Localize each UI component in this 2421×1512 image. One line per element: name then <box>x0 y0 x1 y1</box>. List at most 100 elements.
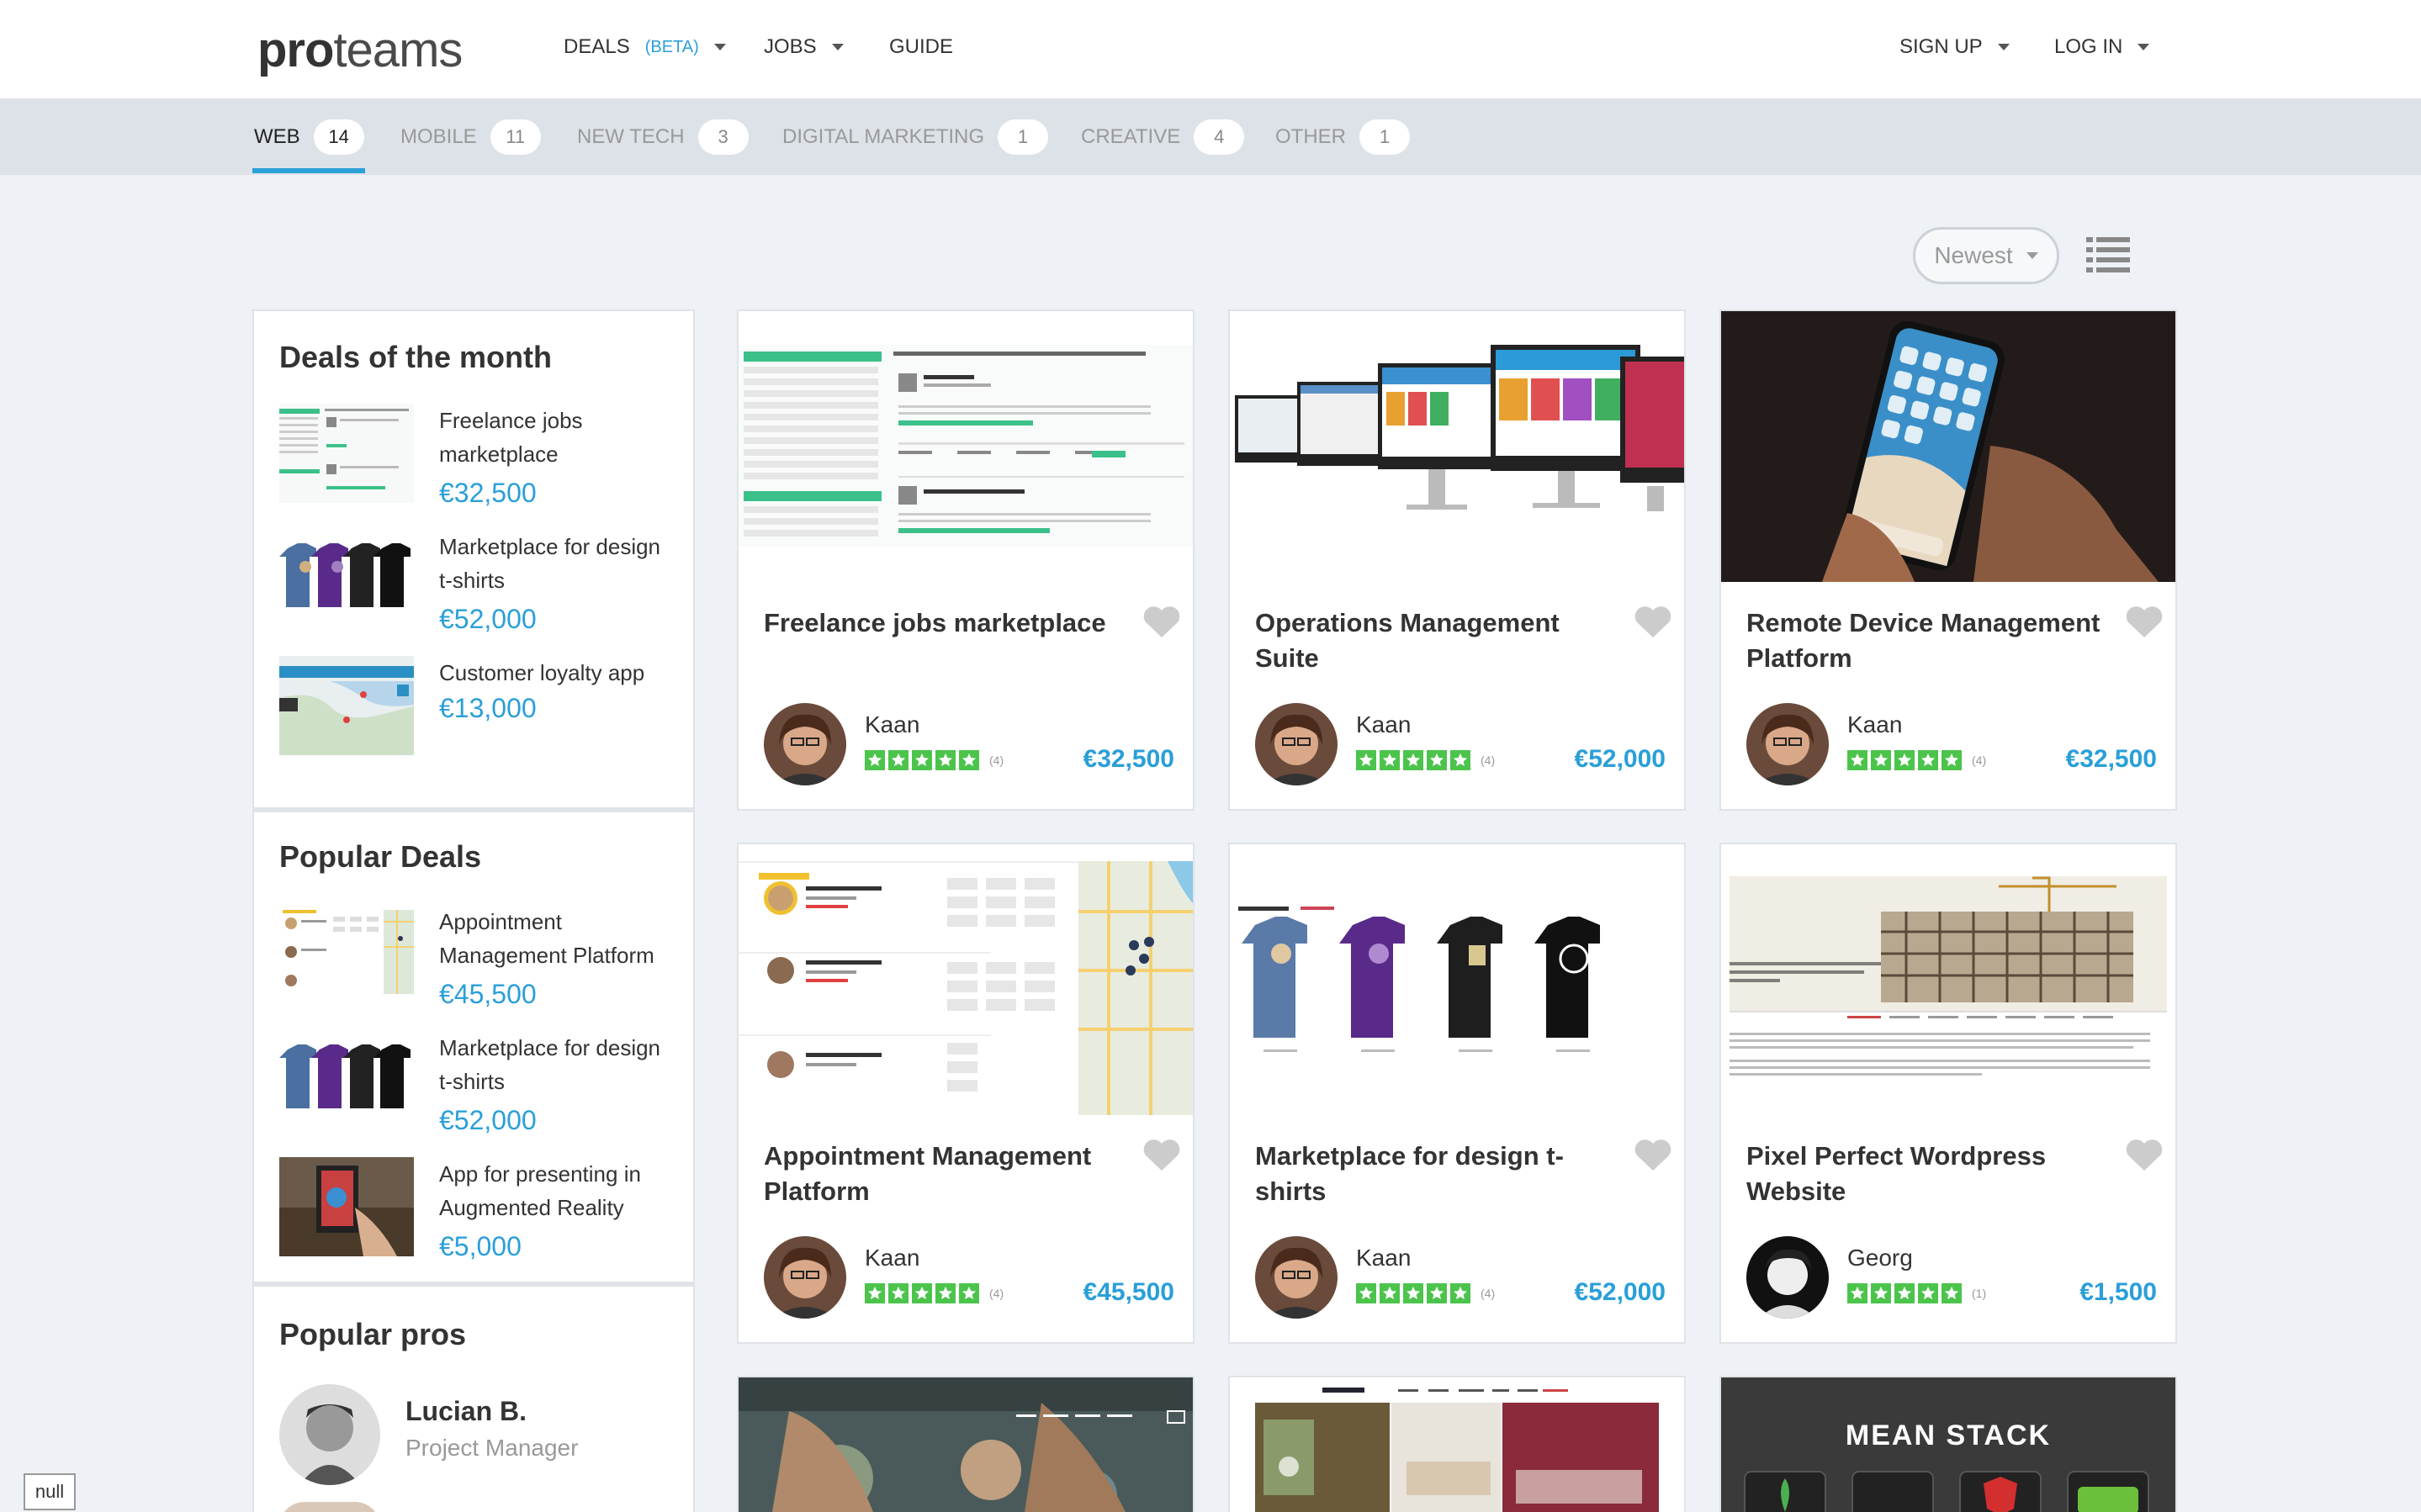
category-tab-mobile[interactable]: MOBILE 11 <box>400 99 541 175</box>
deal-price: €52,000 <box>439 604 537 634</box>
deal-item[interactable]: Customer loyalty app €13,000 <box>279 656 666 765</box>
avatar[interactable] <box>1746 1236 1829 1319</box>
deal-card[interactable] <box>737 1376 1195 1512</box>
nav-signup[interactable]: SIGN UP <box>1899 35 2010 59</box>
star-icon <box>1356 1283 1376 1303</box>
category-tab-web[interactable]: WEB 14 <box>254 99 364 175</box>
heart-icon[interactable] <box>2125 605 2164 639</box>
heart-icon[interactable] <box>2125 1139 2164 1172</box>
category-count: 14 <box>313 119 364 155</box>
user-name[interactable]: Kaan <box>865 1245 919 1271</box>
deal-thumbnail <box>279 905 414 1004</box>
card-image <box>1230 1377 1684 1512</box>
star-icon <box>1450 1283 1470 1303</box>
star-icon <box>888 1283 909 1303</box>
card-price: €1,500 <box>2079 1278 2157 1306</box>
star-icon <box>935 1283 956 1303</box>
card-image <box>1230 311 1684 582</box>
star-icon <box>1847 1283 1867 1303</box>
heart-icon[interactable] <box>1142 605 1181 639</box>
review-count: (4) <box>1972 753 1987 767</box>
deal-card[interactable]: Pixel Perfect Wordpress Website Georg (1… <box>1719 843 2177 1344</box>
review-count: (4) <box>1481 1287 1496 1300</box>
star-icon <box>1403 750 1423 770</box>
nav-jobs[interactable]: JOBS <box>764 35 844 59</box>
card-title: Remote Device Management Platform <box>1746 608 2100 673</box>
deal-item[interactable]: Freelance jobs marketplace €32,500 <box>279 404 666 513</box>
deal-card[interactable]: Appointment Management Platform Kaan (4)… <box>737 843 1195 1344</box>
deal-card[interactable]: Operations Management Suite Kaan (4) €52… <box>1228 309 1686 811</box>
proteams-logo[interactable]: proteams <box>257 22 463 78</box>
avatar[interactable] <box>764 703 846 785</box>
card-title: Operations Management Suite <box>1255 608 1560 673</box>
heart-icon[interactable] <box>1142 1139 1181 1172</box>
rating-stars: (4) <box>1356 1283 1495 1303</box>
heart-icon[interactable] <box>1634 605 1672 639</box>
star-icon <box>1918 1283 1938 1303</box>
star-icon <box>865 1283 885 1303</box>
panel-title: Popular pros <box>279 1317 467 1351</box>
sort-dropdown[interactable]: Newest <box>1913 227 2059 284</box>
deal-price: €32,500 <box>439 478 537 508</box>
top-header: proteams DEALS (BETA) JOBS GUIDE SIGN UP … <box>0 0 2421 99</box>
pro-name[interactable]: Lucian B. <box>405 1396 527 1427</box>
category-tab-digital-marketing[interactable]: DIGITAL MARKETING 1 <box>782 99 1049 175</box>
deals-of-month-panel: Deals of the month Freelance jobs market… <box>252 309 695 809</box>
user-name[interactable]: Kaan <box>1847 711 1902 738</box>
nav-deals[interactable]: DEALS (BETA) <box>564 35 726 59</box>
user-name[interactable]: Kaan <box>1356 1245 1411 1271</box>
card-price: €32,500 <box>2065 745 2157 773</box>
pro-avatar[interactable] <box>279 1502 380 1512</box>
star-icon <box>1403 1283 1423 1303</box>
deal-title: Appointment Management Platform <box>439 909 654 968</box>
star-icon <box>888 750 909 770</box>
user-name[interactable]: Georg <box>1847 1245 1913 1271</box>
deal-thumbnail <box>279 1157 414 1256</box>
deal-title: Marketplace for design t-shirts <box>439 534 661 593</box>
deal-price: €13,000 <box>439 693 537 723</box>
review-count: (4) <box>1481 753 1496 767</box>
star-icon <box>1847 750 1867 770</box>
category-tab-other[interactable]: OTHER 1 <box>1275 99 1410 175</box>
deal-card[interactable]: Marketplace for design t-shirts Kaan (4)… <box>1228 843 1686 1344</box>
deal-price: €5,000 <box>439 1231 522 1261</box>
avatar[interactable] <box>1746 703 1829 785</box>
chevron-down-icon <box>2026 252 2038 259</box>
star-icon <box>912 1283 932 1303</box>
card-title: Marketplace for design t-shirts <box>1255 1141 1564 1206</box>
deal-item[interactable]: Marketplace for design t-shirts €52,000 <box>279 530 666 639</box>
avatar[interactable] <box>1255 1236 1338 1319</box>
category-tab-creative[interactable]: CREATIVE 4 <box>1081 99 1245 175</box>
user-name[interactable]: Kaan <box>865 711 919 738</box>
deal-card[interactable] <box>1228 1376 1686 1512</box>
heart-icon[interactable] <box>1634 1139 1672 1172</box>
deal-title: App for presenting in Augmented Reality <box>439 1161 641 1220</box>
rating-stars: (4) <box>1356 750 1495 770</box>
deal-item[interactable]: App for presenting in Augmented Reality … <box>279 1157 666 1266</box>
nav-login[interactable]: LOG IN <box>2054 35 2150 59</box>
panel-title: Deals of the month <box>279 340 553 374</box>
user-name[interactable]: Kaan <box>1356 711 1411 738</box>
deal-item[interactable]: Appointment Management Platform €45,500 <box>279 905 666 1014</box>
deal-card[interactable]: Remote Device Management Platform Kaan (… <box>1719 309 2177 811</box>
review-count: (1) <box>1972 1287 1987 1300</box>
avatar[interactable] <box>1255 703 1338 785</box>
star-icon <box>865 750 885 770</box>
deal-card[interactable]: MEAN STACK <box>1719 1376 2177 1512</box>
pro-avatar[interactable] <box>279 1384 380 1485</box>
star-icon <box>1356 750 1376 770</box>
card-image <box>739 311 1193 582</box>
pro-role: Project Manager <box>405 1435 579 1461</box>
card-price: €45,500 <box>1083 1278 1174 1306</box>
rating-stars: (4) <box>865 1283 1004 1303</box>
rating-stars: (4) <box>1847 750 1986 770</box>
avatar[interactable] <box>764 1236 846 1319</box>
nav-guide[interactable]: GUIDE <box>889 35 953 59</box>
card-title: Pixel Perfect Wordpress Website <box>1746 1141 2047 1206</box>
star-icon <box>1918 750 1938 770</box>
list-view-icon[interactable] <box>2086 237 2130 274</box>
star-icon <box>1942 1283 1962 1303</box>
category-tab-new-tech[interactable]: NEW TECH 3 <box>577 99 749 175</box>
deal-card[interactable]: Freelance jobs marketplace Kaan (4) €32,… <box>737 309 1195 811</box>
deal-item[interactable]: Marketplace for design t-shirts €52,000 <box>279 1031 666 1140</box>
